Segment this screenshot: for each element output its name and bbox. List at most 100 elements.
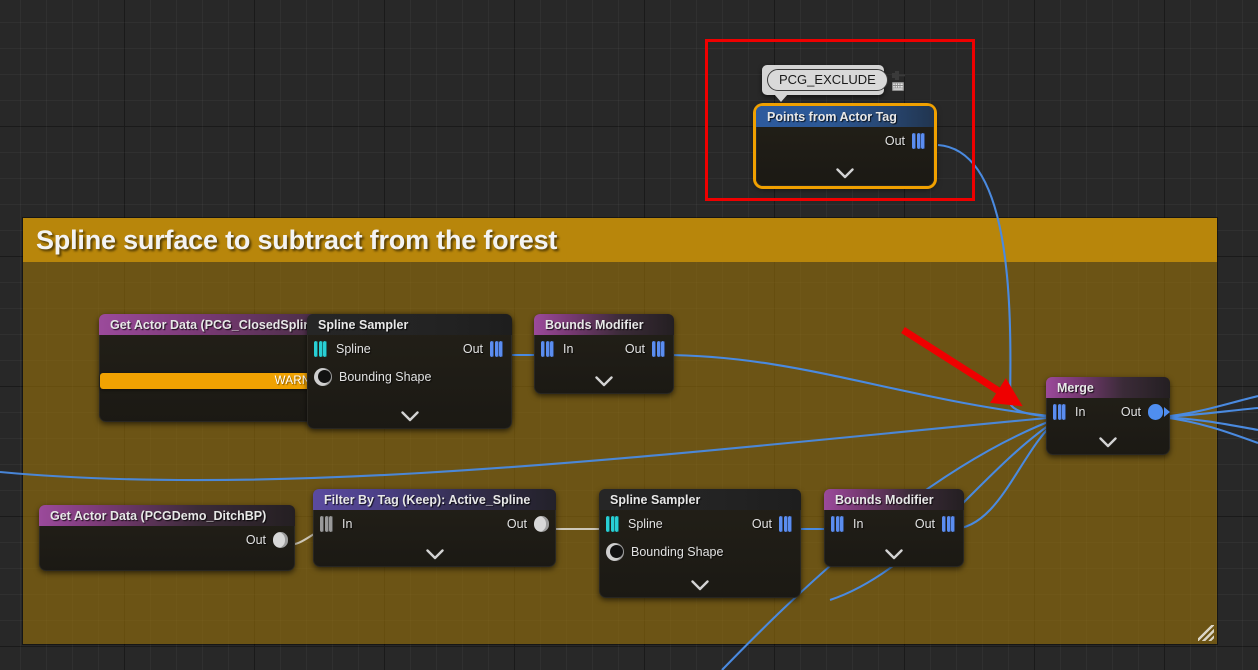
node-header[interactable]: Spline Sampler — [307, 314, 512, 335]
output-pin-out[interactable]: Out — [915, 515, 957, 533]
node-title: Get Actor Data (PCGDemo_DitchBP) — [50, 508, 267, 523]
input-pin-in[interactable]: In — [1053, 403, 1085, 421]
expand-chevron-down-icon[interactable] — [313, 544, 556, 564]
pin-multi-grey[interactable] — [320, 515, 335, 533]
input-pin-in[interactable]: In — [831, 515, 863, 533]
pin-circle-white[interactable] — [534, 516, 549, 532]
pin-label: Out — [1120, 405, 1141, 419]
keyboard-icon[interactable] — [892, 81, 905, 91]
node-body: In Out — [313, 510, 556, 538]
output-pin-out[interactable]: Out — [246, 532, 288, 548]
node-body: Spline Out Bounding Shape — [599, 510, 801, 566]
pin-circle-white[interactable] — [273, 532, 288, 548]
pin-bounding-shape[interactable] — [314, 368, 332, 386]
output-pin-out[interactable]: Out — [507, 516, 549, 532]
pin-multi-blue[interactable] — [912, 132, 927, 150]
output-pin-out[interactable]: Out — [885, 132, 927, 150]
expand-chevron-down-icon[interactable] — [1046, 432, 1170, 452]
input-pin-bounding-shape[interactable]: Bounding Shape — [606, 543, 723, 561]
output-pin-out[interactable]: Out — [625, 340, 667, 358]
pin-label: Out — [245, 533, 266, 547]
pin-multi-blue[interactable] — [831, 515, 846, 533]
pcg-graph-canvas[interactable]: Spline surface to subtract from the fore… — [0, 0, 1258, 670]
node-pin-row: Out — [39, 526, 295, 554]
comment-title: Spline surface to subtract from the fore… — [36, 224, 558, 255]
expand-chevron-down-icon[interactable] — [756, 163, 934, 183]
node-pin-row: Out — [756, 127, 934, 155]
pin-multi-cyan[interactable] — [314, 340, 329, 358]
pin-label: Out — [914, 517, 935, 531]
expand-chevron-down-icon[interactable] — [534, 371, 674, 391]
node-body: In Out — [824, 510, 964, 538]
node-pin-row: Bounding Shape — [307, 363, 512, 391]
node-title: Spline Sampler — [610, 492, 701, 507]
comment-header[interactable]: Spline surface to subtract from the fore… — [23, 218, 1217, 262]
input-pin-in[interactable]: In — [320, 515, 352, 533]
pin-multi-blue[interactable] — [541, 340, 556, 358]
node-merge[interactable]: Merge In Out — [1046, 377, 1170, 455]
expand-chevron-down-icon[interactable] — [599, 575, 801, 595]
pin-label: In — [342, 517, 353, 531]
pin-multi-blue[interactable] — [942, 515, 957, 533]
node-pin-row: In Out — [313, 510, 556, 538]
pin-bounding-shape[interactable] — [606, 543, 624, 561]
node-header[interactable]: Points from Actor Tag — [756, 106, 934, 127]
pin-multi-blue[interactable] — [779, 515, 794, 533]
actor-tag-bubble[interactable]: PCG_EXCLUDE — [762, 65, 905, 102]
pin-label: Bounding Shape — [631, 545, 724, 559]
node-pin-row: In Out — [824, 510, 964, 538]
node-title: Points from Actor Tag — [767, 109, 897, 124]
node-body: Out — [39, 526, 295, 554]
node-pin-row: In Out — [1046, 398, 1170, 426]
node-body: In Out — [534, 335, 674, 363]
node-get-actor-data-ditch[interactable]: Get Actor Data (PCGDemo_DitchBP) Out — [39, 505, 295, 571]
expand-chevron-down-icon[interactable] — [307, 406, 512, 426]
pin-multi-blue[interactable] — [490, 340, 505, 358]
input-pin-spline[interactable]: Spline — [314, 340, 371, 358]
node-header[interactable]: Filter By Tag (Keep): Active_Spline — [313, 489, 556, 510]
pin-circle-blue[interactable] — [1148, 404, 1170, 420]
output-pin-out[interactable]: Out — [463, 340, 505, 358]
pin-label: Out — [462, 342, 483, 356]
input-pin-spline[interactable]: Spline — [606, 515, 663, 533]
node-header[interactable]: Get Actor Data (PCGDemo_DitchBP) — [39, 505, 295, 526]
pin-label: Spline — [628, 517, 663, 531]
actor-tag-label: PCG_EXCLUDE — [767, 69, 888, 91]
comment-resize-grip[interactable] — [1198, 625, 1214, 641]
node-points-from-actor-tag[interactable]: Points from Actor Tag Out — [756, 106, 934, 186]
pin-multi-blue[interactable] — [1053, 403, 1068, 421]
input-pin-in[interactable]: In — [541, 340, 573, 358]
node-header[interactable]: Merge — [1046, 377, 1170, 398]
node-header[interactable]: Bounds Modifier — [824, 489, 964, 510]
node-header[interactable]: Spline Sampler — [599, 489, 801, 510]
pin-label: Spline — [336, 342, 371, 356]
input-pin-bounding-shape[interactable]: Bounding Shape — [314, 368, 431, 386]
node-title: Bounds Modifier — [835, 492, 934, 507]
node-body: Spline Out Bounding Shape — [307, 335, 512, 391]
node-header[interactable]: Bounds Modifier — [534, 314, 674, 335]
pin-multi-cyan[interactable] — [606, 515, 621, 533]
pin-icon[interactable] — [891, 70, 905, 81]
pin-label: Out — [751, 517, 772, 531]
tag-bubble-tail — [774, 94, 788, 102]
node-bounds-modifier-top[interactable]: Bounds Modifier In Out — [534, 314, 674, 394]
output-pin-out[interactable]: Out — [752, 515, 794, 533]
pin-label: Bounding Shape — [339, 370, 432, 384]
pin-multi-blue[interactable] — [652, 340, 667, 358]
node-title: Filter By Tag (Keep): Active_Spline — [324, 492, 531, 507]
node-spline-sampler-top[interactable]: Spline Sampler Spline Out Bounding Shape — [307, 314, 512, 429]
node-title: Bounds Modifier — [545, 317, 644, 332]
node-title: Spline Sampler — [318, 317, 409, 332]
output-pin-out[interactable]: Out — [1120, 404, 1170, 420]
node-bounds-modifier-bottom[interactable]: Bounds Modifier In Out — [824, 489, 964, 567]
expand-chevron-down-icon[interactable] — [824, 544, 964, 564]
node-spline-sampler-bottom[interactable]: Spline Sampler Spline Out Bounding Shape — [599, 489, 801, 598]
node-body: In Out — [1046, 398, 1170, 426]
node-title: Merge — [1057, 380, 1094, 395]
pin-label: In — [1075, 405, 1086, 419]
pin-label: Out — [506, 517, 527, 531]
node-filter-by-tag[interactable]: Filter By Tag (Keep): Active_Spline In Out — [313, 489, 556, 567]
node-title: Get Actor Data (PCG_ClosedSpline) — [110, 317, 323, 332]
pin-label: In — [853, 517, 864, 531]
node-body: Out — [756, 127, 934, 155]
